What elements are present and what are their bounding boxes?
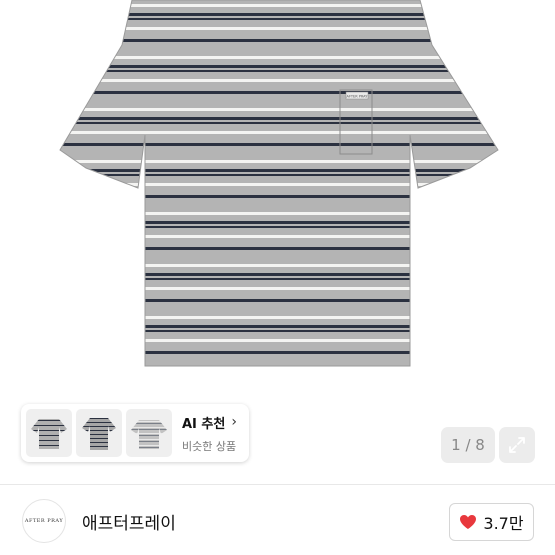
ai-recommend-label: AI 추천: [182, 416, 226, 432]
chevron-right-icon: ›: [231, 414, 237, 430]
ai-thumbnail-3[interactable]: [126, 409, 172, 457]
ai-recommend-title[interactable]: AI 추천 ›: [182, 413, 237, 432]
like-count: 3.7만: [483, 514, 524, 533]
ai-thumbnail-1[interactable]: [26, 409, 72, 457]
ai-recommend-panel[interactable]: AI 추천 › 비슷한 상품: [21, 404, 249, 462]
image-counter: 1 / 8: [441, 427, 495, 463]
pocket-tag-text: AFTER PRAY: [347, 95, 369, 99]
tshirt-thumbnail-icon: [31, 419, 67, 449]
expand-icon: [509, 437, 525, 453]
ai-recommend-subtitle: 비슷한 상품: [182, 439, 237, 453]
shop-name[interactable]: 애프터프레이: [82, 509, 176, 534]
shop-avatar[interactable]: AFTER PRAY: [22, 499, 66, 543]
ai-thumbnail-2[interactable]: [76, 409, 122, 457]
ai-recommend-text[interactable]: AI 추천 › 비슷한 상품: [182, 413, 237, 454]
tshirt-thumbnail-icon: [82, 418, 116, 450]
like-button[interactable]: 3.7만: [449, 503, 534, 541]
tshirt-thumbnail-icon: [131, 420, 167, 449]
heart-icon: [460, 515, 477, 529]
shop-logo-text: AFTER PRAY: [24, 518, 64, 524]
expand-button[interactable]: [499, 427, 535, 463]
